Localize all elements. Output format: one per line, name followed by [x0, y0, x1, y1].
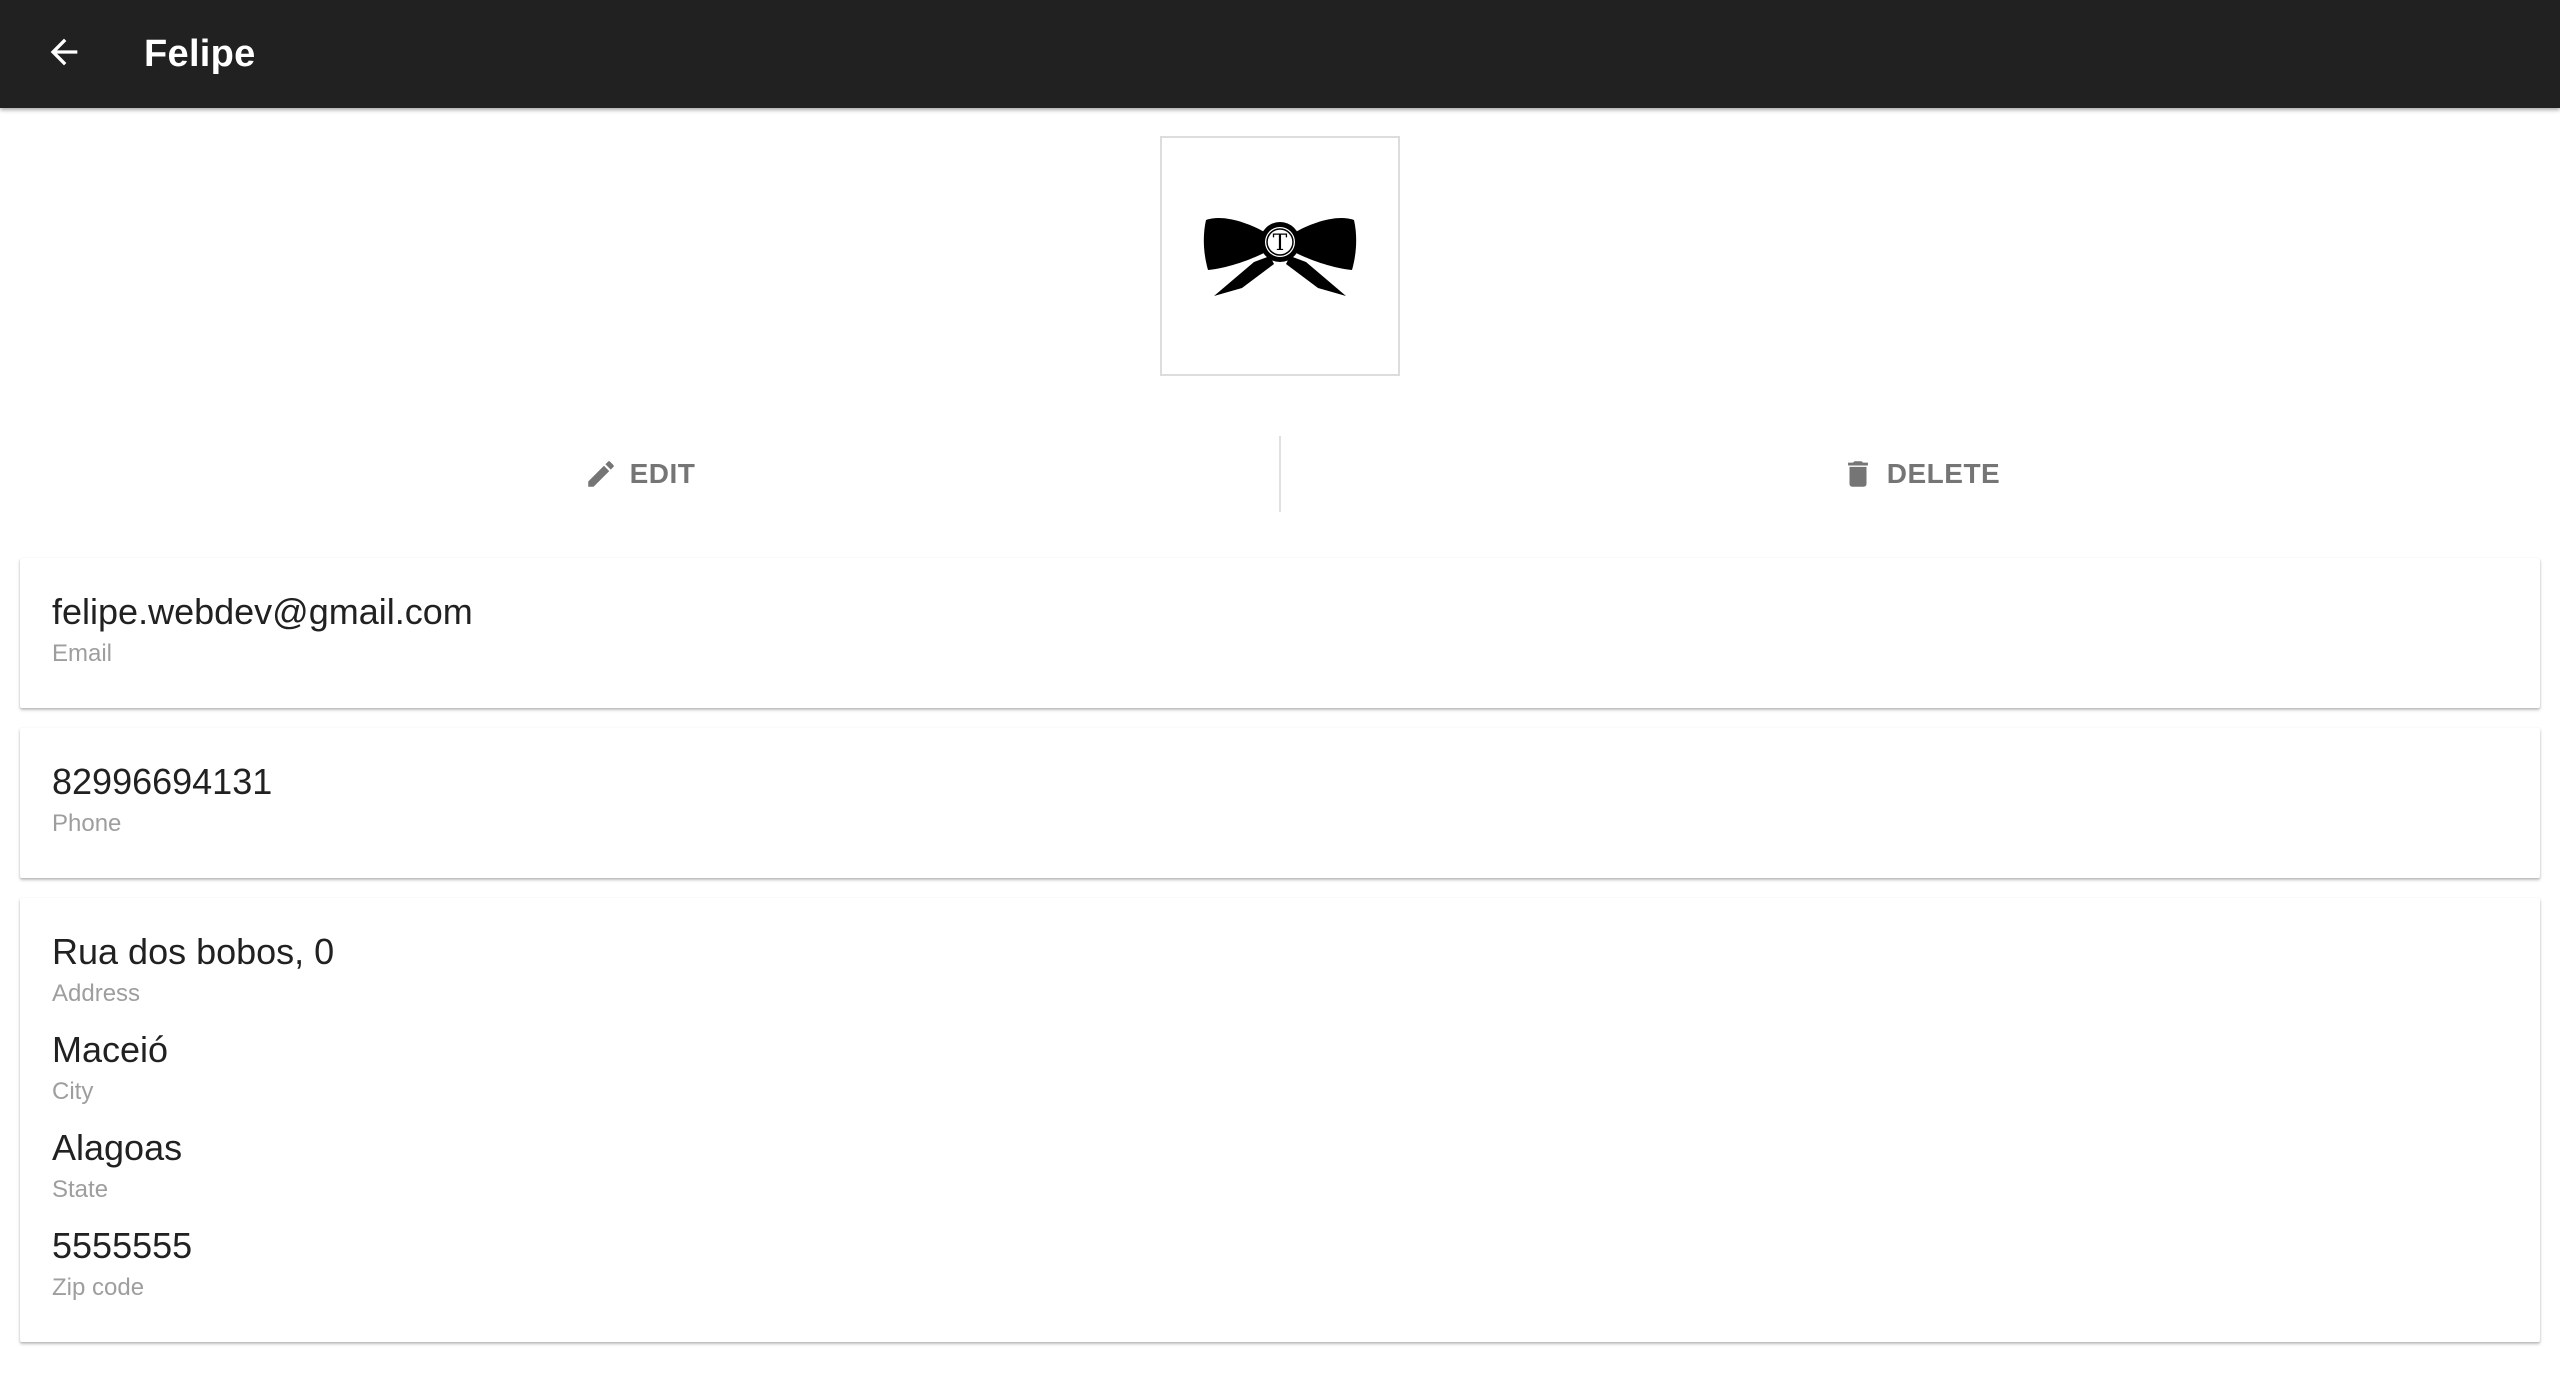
avatar: T	[1160, 136, 1400, 376]
email-field: felipe.webdev@gmail.com Email	[52, 558, 2508, 670]
address-card: Rua dos bobos, 0 Address Maceió City Ala…	[20, 898, 2540, 1342]
pencil-icon	[584, 457, 618, 491]
phone-field: 82996694131 Phone	[52, 728, 2508, 840]
email-label: Email	[52, 640, 113, 667]
arrow-left-icon	[50, 38, 78, 66]
zip-label: Zip code	[52, 1274, 145, 1301]
address-field: Rua dos bobos, 0 Address	[52, 898, 2508, 1010]
delete-button[interactable]: DELETE	[1281, 436, 2560, 512]
city-label: City	[52, 1078, 94, 1105]
back-button[interactable]	[34, 22, 94, 82]
avatar-monogram: T	[1273, 231, 1288, 256]
trash-icon	[1841, 457, 1875, 491]
state-field: Alagoas State	[52, 1124, 2508, 1206]
city-value: Maceió	[52, 1029, 169, 1070]
state-label: State	[52, 1176, 109, 1203]
edit-button-label: EDIT	[629, 458, 696, 489]
phone-value[interactable]: 82996694131	[52, 758, 2508, 806]
delete-button-label: DELETE	[1886, 458, 2001, 489]
contact-detail-screen: Felipe T EDIT DELETE felipe.webdev@gmail…	[0, 0, 2560, 1392]
state-value: Alagoas	[52, 1127, 183, 1168]
bow-tie-logo-icon: T	[1203, 217, 1357, 296]
phone-label: Phone	[52, 810, 122, 837]
city-field: Maceió City	[52, 1026, 2508, 1108]
edit-button[interactable]: EDIT	[0, 436, 1279, 512]
zip-value: 5555555	[52, 1225, 193, 1266]
email-card: felipe.webdev@gmail.com Email	[20, 558, 2540, 708]
zip-field: 5555555 Zip code	[52, 1222, 2508, 1304]
phone-card: 82996694131 Phone	[20, 728, 2540, 878]
page-title: Felipe	[144, 33, 256, 75]
email-value[interactable]: felipe.webdev@gmail.com	[52, 588, 2508, 636]
address-label: Address	[52, 980, 141, 1007]
address-value: Rua dos bobos, 0	[52, 931, 335, 972]
app-bar: Felipe	[0, 0, 2560, 108]
action-bar: EDIT DELETE	[0, 436, 2560, 512]
